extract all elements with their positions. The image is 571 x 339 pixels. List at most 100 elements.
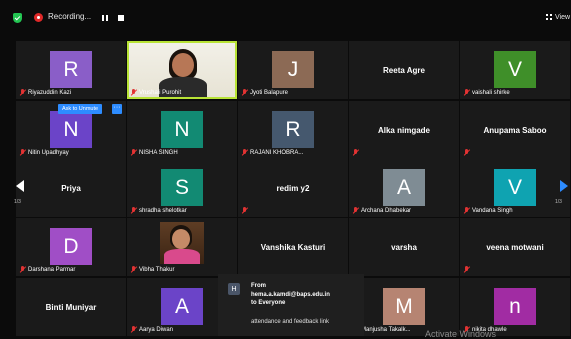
mic-muted-icon: [131, 266, 136, 273]
participant-avatar: V: [494, 51, 536, 88]
mic-muted-icon: [131, 207, 136, 214]
participant-name: RAJANI KHOBRA...: [250, 149, 304, 156]
mic-muted-icon: [131, 149, 136, 156]
participant-name-label: Archana Dhabekar: [353, 207, 411, 214]
participant-tile[interactable]: A Archana Dhabekar: [349, 159, 459, 217]
participant-name: Darshana Parmar: [28, 266, 76, 273]
chat-to-label: to Everyone: [251, 300, 286, 306]
participant-name-label: [464, 149, 472, 156]
stop-recording-icon[interactable]: [118, 15, 124, 21]
participant-name-label: shradha shelotkar: [131, 207, 187, 214]
meeting-top-bar: Recording... View: [0, 0, 571, 36]
participant-name-label: Vrushali Purohit: [131, 89, 181, 96]
chat-header: From hema.a.kamdi@baps.edu.in to Everyon…: [251, 282, 361, 308]
participant-tile[interactable]: Vibha Thakur: [127, 218, 237, 276]
participant-tile[interactable]: Vvaishali shirke: [460, 41, 570, 99]
participant-name: Vrushali Purohit: [139, 89, 182, 96]
grid-view-icon: [546, 14, 552, 20]
participant-name: NISHA SINGH: [139, 149, 178, 156]
participant-name-label: [242, 207, 250, 214]
security-shield-icon[interactable]: [13, 13, 22, 23]
participant-display-name: Anupama Saboo: [483, 126, 547, 135]
ask-to-unmute-button[interactable]: Ask to Unmute: [58, 104, 103, 114]
participant-tile[interactable]: M Manjusha Takalk...: [349, 278, 459, 336]
participant-tile[interactable]: Vanshika Kasturi: [238, 218, 348, 276]
participant-tile[interactable]: R RAJANI KHOBRA...: [238, 101, 348, 159]
recording-label: Recording...: [48, 12, 92, 21]
participant-avatar: R: [50, 51, 92, 88]
participant-name-label: Nitin Upadhyay: [20, 149, 69, 156]
participant-tile[interactable]: Sshradha shelotkar: [127, 159, 237, 217]
mic-muted-icon: [131, 326, 136, 333]
participant-name-label: NISHA SINGH: [131, 149, 178, 156]
participant-name-label: Riyazuddin Kazi: [20, 89, 71, 96]
participant-name: Archana Dhabekar: [361, 207, 412, 214]
chat-notification[interactable]: H From hema.a.kamdi@baps.edu.in to Every…: [218, 274, 364, 336]
participant-avatar: V: [494, 169, 536, 206]
participant-name: Aarya Diwan: [139, 326, 174, 333]
participant-tile[interactable]: veena motwani: [460, 218, 570, 276]
participant-name-label: Vibha Thakur: [131, 266, 174, 273]
participant-display-name: Reeta Agre: [383, 66, 425, 75]
participant-tile[interactable]: D Darshana Parmar: [16, 218, 126, 276]
view-button[interactable]: View: [546, 11, 571, 23]
participant-tile[interactable]: Alka nimgade: [349, 101, 459, 159]
participant-name-label: vaishali shirke: [464, 89, 510, 96]
mic-muted-icon: [20, 149, 25, 156]
mic-muted-icon: [353, 149, 358, 156]
participant-tile[interactable]: N NISHA SINGH: [127, 101, 237, 159]
view-label: View: [555, 13, 571, 21]
participant-display-name: Alka nimgade: [377, 126, 430, 135]
participant-name: Manjusha Takalk...: [361, 326, 411, 333]
participant-tile[interactable]: R Riyazuddin Kazi: [16, 41, 126, 99]
participant-avatar: R: [272, 111, 314, 148]
activate-windows-watermark: Activate Windows: [425, 329, 497, 339]
participant-display-name: Binti Muniyar: [45, 303, 97, 312]
participant-tile[interactable]: varsha: [349, 218, 459, 276]
pause-recording-icon[interactable]: [102, 15, 108, 21]
participant-name-label: [353, 149, 361, 156]
mic-muted-icon: [464, 89, 469, 96]
participant-display-name: Priya: [61, 184, 81, 193]
participant-display-name: varsha: [391, 243, 417, 252]
participant-tile[interactable]: V Vandana Singh: [460, 159, 570, 217]
mic-muted-icon: [242, 149, 247, 156]
participant-tile[interactable]: n nikita dhawle: [460, 278, 570, 336]
previous-page-icon[interactable]: [16, 180, 24, 192]
participant-avatar: A: [383, 169, 425, 206]
mic-muted-icon: [131, 89, 136, 96]
participant-video: [160, 222, 204, 264]
participant-tile[interactable]: Binti Muniyar: [16, 278, 126, 336]
participant-avatar: S: [161, 169, 203, 206]
chat-from-label: From: [251, 283, 266, 289]
next-page-icon[interactable]: [560, 180, 568, 192]
participant-avatar: J: [272, 51, 314, 88]
participant-tile[interactable]: redim y2: [238, 159, 348, 217]
mic-muted-icon: [353, 207, 358, 214]
page-indicator-right: 1/3: [555, 199, 562, 205]
participant-tile[interactable]: Reeta Agre: [349, 41, 459, 99]
mic-muted-icon: [464, 149, 469, 156]
participant-avatar: N: [161, 111, 203, 148]
participant-display-name: redim y2: [276, 184, 310, 193]
participant-avatar: D: [50, 228, 92, 265]
participant-name-label: Vandana Singh: [464, 207, 513, 214]
participant-tile[interactable]: J Jyoti Balapure: [238, 41, 348, 99]
mic-muted-icon: [20, 89, 25, 96]
mic-muted-icon: [242, 207, 247, 214]
page-indicator-left: 1/3: [14, 199, 21, 205]
participant-name: Riyazuddin Kazi: [28, 89, 72, 96]
participant-name-label: Jyoti Balapure: [242, 89, 288, 96]
participant-tile[interactable]: Priya: [16, 159, 126, 217]
participant-name: Jyoti Balapure: [250, 89, 289, 96]
participant-avatar: A: [161, 288, 203, 325]
mic-muted-icon: [242, 89, 247, 96]
chat-message: attendance and feedback link: [251, 319, 330, 325]
more-options-button[interactable]: ···: [112, 104, 122, 114]
mic-muted-icon: [20, 266, 25, 273]
participant-name-label: Darshana Parmar: [20, 266, 75, 273]
participant-tile[interactable]: Vrushali Purohit: [127, 41, 237, 99]
participant-name-label: Aarya Diwan: [131, 326, 173, 333]
participant-display-name: veena motwani: [486, 243, 544, 252]
participant-tile[interactable]: Anupama Saboo: [460, 101, 570, 159]
